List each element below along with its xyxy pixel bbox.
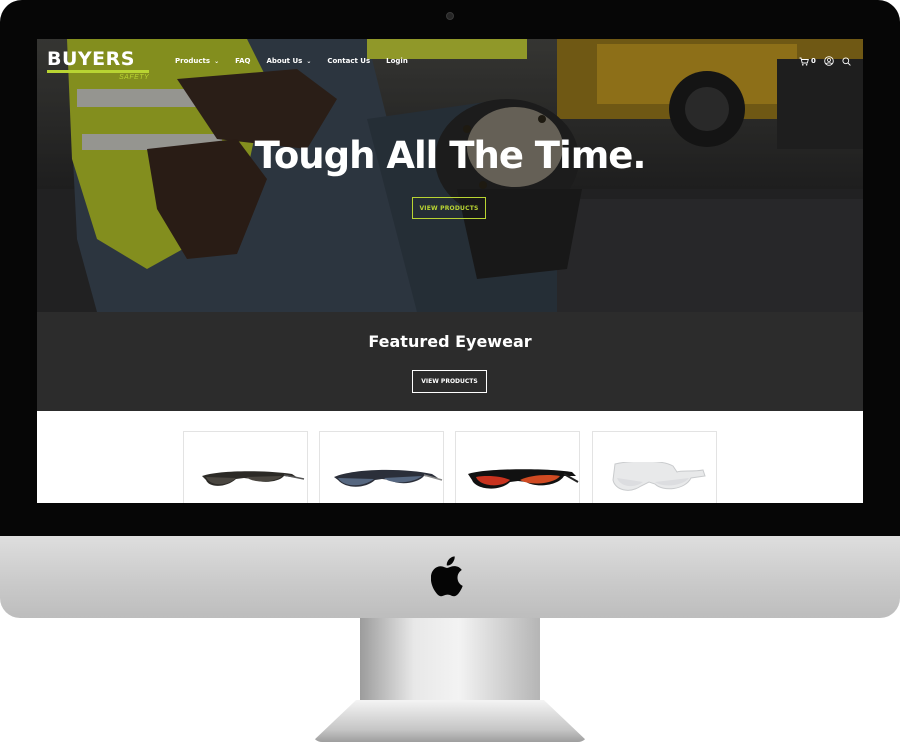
header-actions: 0: [799, 56, 851, 66]
product-card-red-mirror-glasses[interactable]: [455, 431, 580, 503]
product-card-blue-mirror-glasses[interactable]: [319, 431, 444, 503]
cart-count: 0: [811, 57, 816, 65]
nav-item-contact-us[interactable]: Contact Us: [327, 57, 370, 65]
camera-icon: [446, 12, 454, 20]
nav-item-label: Contact Us: [327, 57, 371, 65]
product-card-clear-glasses[interactable]: [592, 431, 717, 503]
hero-view-products-button[interactable]: VIEW PRODUCTS: [412, 197, 486, 219]
cart-button[interactable]: 0: [799, 57, 816, 66]
hero-section: BUYERS SAFETY Products ⌄ FAQ About Us ⌄ …: [37, 39, 863, 312]
account-icon[interactable]: [824, 56, 834, 66]
chevron-down-icon: ⌄: [306, 57, 312, 65]
featured-title: Featured Eyewear: [368, 332, 532, 351]
nav-item-products[interactable]: Products ⌄: [175, 57, 219, 65]
monitor-stand-neck: [360, 618, 540, 708]
apple-logo-icon: [431, 556, 463, 597]
nav-item-label: Login: [386, 57, 408, 65]
website-screen: BUYERS SAFETY Products ⌄ FAQ About Us ⌄ …: [37, 39, 863, 503]
nav-item-login[interactable]: Login: [386, 57, 408, 65]
site-header: BUYERS SAFETY Products ⌄ FAQ About Us ⌄ …: [37, 39, 863, 85]
product-card-smoke-glasses[interactable]: [183, 431, 308, 503]
hero-title: Tough All The Time.: [254, 134, 647, 177]
nav-item-label: Products: [175, 57, 211, 65]
monitor-stand-base: [312, 700, 588, 742]
clear-glasses-image: [612, 462, 706, 491]
brand-logo-wordmark: BUYERS: [47, 48, 135, 70]
smoke-glasses-image: [202, 471, 305, 486]
brand-logo[interactable]: BUYERS SAFETY: [47, 48, 151, 81]
nav-item-faq[interactable]: FAQ: [235, 57, 250, 65]
brand-logo-tagline: SAFETY: [119, 74, 150, 81]
nav-item-label: FAQ: [235, 57, 251, 65]
blue-mirror-glasses-image: [334, 469, 443, 487]
cart-icon: [799, 57, 809, 66]
featured-view-products-button[interactable]: VIEW PRODUCTS: [412, 370, 487, 393]
chevron-down-icon: ⌄: [214, 57, 220, 65]
main-nav: Products ⌄ FAQ About Us ⌄ Contact Us Log…: [175, 57, 424, 65]
product-grid: [37, 411, 863, 503]
search-icon[interactable]: [842, 56, 851, 66]
featured-eyewear-section: Featured Eyewear VIEW PRODUCTS: [37, 312, 863, 411]
red-mirror-glasses-image: [468, 469, 579, 489]
nav-item-label: About Us: [266, 57, 303, 65]
nav-item-about-us[interactable]: About Us ⌄: [266, 57, 311, 65]
brand-logo-bar: [47, 70, 149, 73]
